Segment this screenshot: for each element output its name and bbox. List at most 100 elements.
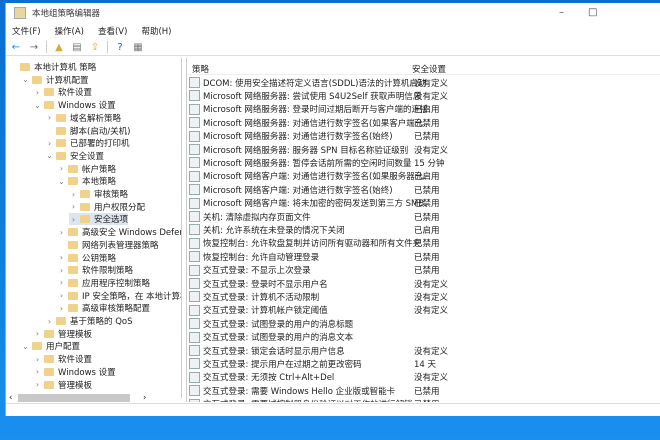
collapsed-chevron-icon[interactable]: › <box>57 266 66 275</box>
collapsed-chevron-icon[interactable]: › <box>57 164 66 173</box>
collapsed-chevron-icon[interactable]: › <box>57 291 66 300</box>
tree-item[interactable]: ⌄ 安全设置 <box>45 150 104 162</box>
policy-icon <box>189 358 200 370</box>
expanded-chevron-icon[interactable]: ⌄ <box>45 151 54 160</box>
tree-item-label: 应用程序控制策略 <box>82 278 151 289</box>
tree-item[interactable]: › 用户权限分配 <box>69 201 145 213</box>
scrollbar-thumb[interactable] <box>18 393 130 402</box>
table-row[interactable]: Microsoft 网络服务器: 尝试使用 S4U2Self 获取声明信息 没有定… <box>189 89 659 102</box>
tree-item[interactable]: › 管理模板 <box>33 379 92 391</box>
table-row[interactable]: Microsoft 网络服务器: 对通信进行数字签名(如果客户端允... 已禁用 <box>189 116 659 129</box>
tree-item[interactable]: ⌄ 计算机配置 <box>21 74 88 86</box>
collapsed-chevron-icon[interactable]: › <box>33 367 42 376</box>
scroll-left-arrow[interactable]: ‹ <box>9 393 12 403</box>
menu-item[interactable]: 帮助(H) <box>141 25 171 37</box>
minimize-button[interactable]: – <box>559 7 564 18</box>
table-row[interactable]: 交互式登录: 提示用户在过期之前更改密码 14 天 <box>189 357 659 370</box>
table-row[interactable]: 关机: 清除虚拟内存页面文件 已禁用 <box>189 210 659 223</box>
table-row[interactable]: Microsoft 网络客户端: 将未加密的密码发送到第三方 SMB... 已禁用 <box>189 197 659 210</box>
table-row[interactable]: 交互式登录: 不显示上次登录 已禁用 <box>189 264 659 277</box>
table-row[interactable]: DCOM: 使用安全描述符定义语言(SDDL)语法的计算机启动... 没有定义 <box>189 76 659 89</box>
collapsed-chevron-icon[interactable]: › <box>57 304 66 313</box>
menu-item[interactable]: 操作(A) <box>55 25 84 37</box>
collapsed-chevron-icon[interactable]: › <box>57 253 66 262</box>
collapsed-chevron-icon[interactable]: › <box>57 228 66 237</box>
show-hide-tree-icon[interactable]: ▤ <box>71 42 83 53</box>
table-row[interactable]: Microsoft 网络服务器: 服务器 SPN 目标名称验证级别 没有定义 <box>189 143 659 156</box>
tree-item[interactable]: › Windows 设置 <box>33 366 116 378</box>
maximize-button[interactable]: □ <box>588 7 597 18</box>
table-row[interactable]: 关机: 允许系统在未登录的情况下关闭 已启用 <box>189 223 659 236</box>
table-row[interactable]: 交互式登录: 计算机帐户锁定阈值 没有定义 <box>189 304 659 317</box>
table-row[interactable]: 交互式登录: 计算机不活动限制 没有定义 <box>189 290 659 303</box>
collapsed-chevron-icon[interactable]: › <box>45 113 54 122</box>
tree-item[interactable]: › 公钥策略 <box>57 252 116 264</box>
tree-item[interactable]: › 已部署的打印机 <box>45 137 130 150</box>
tree-horizontal-scrollbar[interactable]: ‹ › <box>7 392 181 403</box>
folder-icon <box>44 329 54 338</box>
expanded-chevron-icon[interactable]: ⌄ <box>21 75 30 84</box>
table-row[interactable]: 交互式登录: 锁定会话时显示用户信息 没有定义 <box>189 344 659 357</box>
tree-item[interactable]: › 基于策略的 QoS <box>45 315 133 328</box>
tree-item[interactable]: ⌄ Windows 设置 <box>33 99 116 112</box>
collapsed-chevron-icon[interactable]: › <box>33 88 42 97</box>
collapsed-chevron-icon[interactable]: › <box>33 380 42 389</box>
scroll-right-arrow[interactable]: › <box>143 393 146 403</box>
table-row[interactable]: Microsoft 网络服务器: 对通信进行数字签名(始终) 已禁用 <box>189 130 659 143</box>
table-row[interactable]: 交互式登录: 登录时不显示用户名 没有定义 <box>189 277 659 290</box>
tree-item[interactable]: › 高级审核策略配置 <box>57 302 150 315</box>
table-row[interactable]: 交互式登录: 试图登录的用户的消息文本 <box>189 331 659 344</box>
column-header-policy[interactable]: 策略 <box>192 63 209 75</box>
tree-item[interactable]: › 域名解析策略 <box>45 112 121 124</box>
table-row[interactable]: 交互式登录: 需要 Windows Hello 企业版或智能卡 已禁用 <box>189 384 659 397</box>
tree-item[interactable]: › 软件限制策略 <box>57 264 133 277</box>
export-list-icon[interactable]: ⇪ <box>89 42 101 53</box>
column-header-security-setting[interactable]: 安全设置 <box>412 63 446 75</box>
table-row[interactable]: 恢复控制台: 允许自动管理登录 已禁用 <box>189 250 659 263</box>
folder-icon <box>68 253 78 262</box>
tree-item[interactable]: ⌄ 本地策略 <box>57 175 116 188</box>
table-row[interactable]: 交互式登录: 需要域控制器身份验证以对工作站进行解锁已禁用 <box>189 398 659 402</box>
properties-icon[interactable]: ▦ <box>132 42 144 53</box>
table-row[interactable]: 恢复控制台: 允许软盘复制并访问所有驱动器和所有文件夹 已禁用 <box>189 237 659 250</box>
collapsed-chevron-icon[interactable]: › <box>69 190 78 199</box>
menu-item[interactable]: 文件(F) <box>12 25 41 37</box>
collapsed-chevron-icon[interactable]: › <box>69 215 78 224</box>
tree-item[interactable]: › 高级安全 Windows Defender 防 <box>57 226 181 239</box>
tree-item[interactable]: › 应用程序控制策略 <box>57 277 150 289</box>
collapsed-chevron-icon[interactable]: › <box>33 355 42 364</box>
policy-name: 交互式登录: 需要域控制器身份验证以对工作站进行解锁 <box>203 398 427 402</box>
table-row[interactable]: Microsoft 网络客户端: 对通信进行数字签名(如果服务器允... 已启用 <box>189 170 659 183</box>
tree-item[interactable]: › 管理模板 <box>33 328 92 340</box>
tree-item[interactable]: ⌄ 用户配置 <box>21 340 80 353</box>
tree-item[interactable]: › IP 安全策略，在 本地计算机 <box>57 290 182 302</box>
table-row[interactable]: Microsoft 网络服务器: 暂停会话前所需的空闲时间数量 15 分钟 <box>189 156 659 169</box>
tree-item[interactable]: 本地计算机 策略 <box>9 61 96 73</box>
table-row[interactable]: 交互式登录: 试图登录的用户的消息标题 <box>189 317 659 330</box>
tree-item[interactable]: › 审核策略 <box>69 188 128 201</box>
tree-item[interactable]: › 软件设置 <box>33 353 92 366</box>
expanded-chevron-icon[interactable]: ⌄ <box>33 101 42 110</box>
table-row[interactable]: 交互式登录: 无须按 Ctrl+Alt+Del 没有定义 <box>189 371 659 384</box>
tree-item[interactable]: 网络列表管理器策略 <box>57 239 159 251</box>
tree-item[interactable]: › 安全选项 <box>69 213 129 226</box>
policy-name: 交互式登录: 不显示上次登录 <box>203 266 311 277</box>
collapsed-chevron-icon[interactable]: › <box>33 329 42 338</box>
menu-item[interactable]: 查看(V) <box>98 25 127 37</box>
collapsed-chevron-icon[interactable]: › <box>45 139 54 148</box>
tree-item-label: IP 安全策略，在 本地计算机 <box>82 291 182 302</box>
help-icon[interactable]: ? <box>114 42 126 53</box>
collapsed-chevron-icon[interactable]: › <box>57 278 66 287</box>
tree-item[interactable]: › 软件设置 <box>33 86 92 99</box>
back-icon[interactable]: ← <box>10 42 22 53</box>
expanded-chevron-icon[interactable]: ⌄ <box>57 177 66 186</box>
collapsed-chevron-icon[interactable]: › <box>69 202 78 211</box>
forward-icon[interactable]: → <box>28 42 40 53</box>
table-row[interactable]: Microsoft 网络客户端: 对通信进行数字签名(始终) 已禁用 <box>189 183 659 196</box>
up-folder-icon[interactable]: ▲ <box>53 42 65 53</box>
table-row[interactable]: Microsoft 网络服务器: 登录时间过期后断开与客户端的连接 已启用 <box>189 103 659 116</box>
expanded-chevron-icon[interactable]: ⌄ <box>21 342 30 351</box>
tree-item[interactable]: 脚本(启动/关机) <box>45 125 131 137</box>
collapsed-chevron-icon[interactable]: › <box>45 317 54 326</box>
tree-item[interactable]: › 帐户策略 <box>57 163 116 175</box>
